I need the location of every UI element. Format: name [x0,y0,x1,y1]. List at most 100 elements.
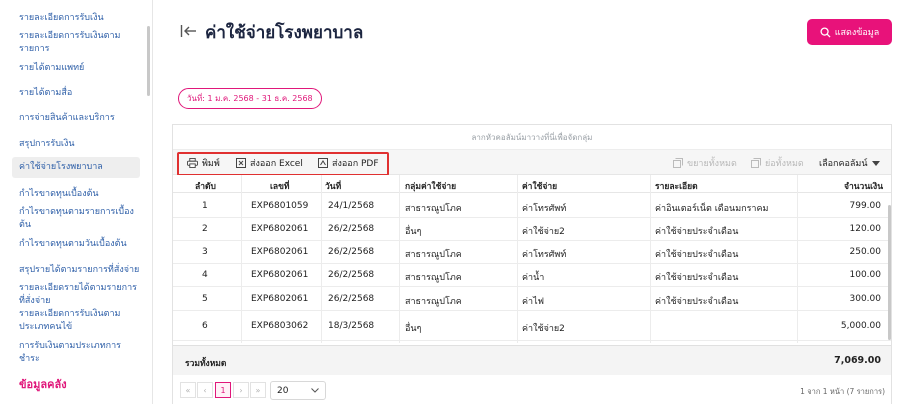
sidebar-item-receipt-detail[interactable]: รายละเอียดการรับเงิน [19,12,141,25]
group-panel-hint[interactable]: ลากหัวคอลัมน์มาวางที่นี่เพื่อจัดกลุ่ม [173,125,891,150]
table-cell: ค่าโทรศัพท์ [522,204,567,214]
collapse-all-label: ย่อทั้งหมด [765,159,804,169]
export-pdf-button[interactable]: ส่งออก PDF [318,156,379,170]
column-header-detail[interactable]: รายละเอียด [655,179,698,193]
table-row[interactable]: 1 EXP6801059 24/1/2568 สาธารณูปโภค ค่าโทรศัพ… [173,195,891,218]
page-size-value: 20 [277,385,289,396]
table-cell: ค่าอินเตอร์เน็ต เดือนมกราคม [655,204,769,214]
printer-icon [187,158,198,168]
column-header-date[interactable]: วันที่ [325,179,341,193]
table-cell: 300.00 [849,294,882,304]
sidebar-section-warehouse: ข้อมูลคลัง [19,378,67,391]
pager-last-button[interactable]: » [250,382,266,398]
sidebar-item-profit-loss-by-item[interactable]: กำไรขาดทุนตามรายการเบื้องต้น [19,206,141,232]
table-cell: EXP6802061 [251,294,309,304]
search-icon [820,26,831,38]
expense-grid: ลากหัวคอลัมน์มาวางที่นี่เพื่อจัดกลุ่ม พิ… [172,124,892,404]
table-cell: 250.00 [849,247,882,257]
sidebar-item-income-detail-ordered[interactable]: รายละเอียดรายได้ตามรายการที่สั่งจ่าย [19,282,141,308]
pager-info: 1 จาก 1 หน้า (7 รายการ) [800,387,885,396]
table-cell: ค่าใช้จ่ายประจำเดือน [655,297,739,307]
total-value: 7,069.00 [834,355,881,366]
grid-total-row: รวมทั้งหมด 7,069.00 [173,345,891,375]
column-header-seq[interactable]: ลำดับ [195,179,216,193]
pager-next-button[interactable]: › [233,382,249,398]
table-cell: 6 [202,321,208,331]
sidebar-item-income-by-doctor[interactable]: รายได้ตามแพทย์ [19,62,141,75]
table-row[interactable]: 2 EXP6802061 26/2/2568 อื่นๆ ค่าใช้จ่าย2 ค่าใ… [173,218,891,241]
table-cell: ค่าใช้จ่ายประจำเดือน [655,227,739,237]
sidebar-item-receipt-by-patient-type[interactable]: รายละเอียดการรับเงินตามประเภทคนไข้ [19,308,141,334]
table-row[interactable]: 3 EXP6802061 26/2/2568 สาธารณูปโภค ค่าโทรศัพ… [173,241,891,264]
expand-all-button[interactable]: ขยายทั้งหมด [673,156,737,170]
collapse-icon [751,158,761,168]
table-cell: 100.00 [849,270,882,280]
table-cell: 26/2/2568 [328,294,375,304]
table-cell: ค่าน้ำ [522,273,545,283]
table-cell: ค่าไฟ [522,297,544,307]
table-cell: สาธารณูปโภค [405,297,462,307]
sidebar-item-hospital-expense[interactable]: ค่าใช้จ่ายโรงพยาบาล [12,157,140,178]
pager-prev-button[interactable]: ‹ [197,382,213,398]
table-cell: EXP6802061 [251,247,309,257]
table-cell: 26/2/2568 [328,247,375,257]
pdf-file-icon [318,158,328,168]
print-button[interactable]: พิมพ์ [187,156,220,170]
sidebar-item-receipt-by-payment-type[interactable]: การรับเงินตามประเภทการชำระ [19,340,141,366]
table-cell: EXP6803062 [251,321,309,331]
column-header-doc-no[interactable]: เลขที่ [270,179,290,193]
sidebar-item-profit-loss-by-day[interactable]: กำไรขาดทุนตามวันเบื้องต้น [19,238,141,251]
column-header-expense-group[interactable]: กลุ่มค่าใช้จ่าย [405,179,456,193]
choose-columns-dropdown[interactable]: เลือกคอลัมน์ [819,156,881,170]
page-title: ค่าใช้จ่ายโรงพยาบาล [205,23,364,43]
collapse-sidebar-icon[interactable] [180,23,198,39]
table-row[interactable]: 4 EXP6802061 26/2/2568 สาธารณูปโภค ค่าน้ำ ค่า… [173,264,891,287]
pager-page-1-button[interactable]: 1 [215,382,231,398]
sidebar-scrollbar[interactable] [147,26,150,96]
table-cell: 5,000.00 [840,321,881,331]
sidebar-item-profit-loss[interactable]: กำไรขาดทุนเบื้องต้น [19,188,141,201]
pager-first-button[interactable]: « [180,382,196,398]
table-cell: 3 [202,247,208,257]
page-size-select[interactable]: 20 [270,381,326,400]
export-pdf-label: ส่งออก PDF [332,159,379,169]
table-cell: 799.00 [849,201,882,211]
table-cell: ค่าใช้จ่ายประจำเดือน [655,273,739,283]
sidebar-item-receipt-by-item[interactable]: รายละเอียดการรับเงินตามรายการ [19,30,141,56]
table-cell: 120.00 [849,224,882,234]
sidebar-item-goods-services[interactable]: การจ่ายสินค้าและบริการ [19,112,141,125]
export-excel-button[interactable]: ส่งออก Excel [236,156,303,170]
table-cell: สาธารณูปโภค [405,273,462,283]
collapse-all-button[interactable]: ย่อทั้งหมด [751,156,804,170]
table-cell: 24/1/2568 [328,201,375,211]
table-row[interactable]: 5 EXP6802061 26/2/2568 สาธารณูปโภค ค่าไฟ ค่าใ… [173,287,891,311]
table-cell: อื่นๆ [405,324,422,334]
date-range-chip[interactable]: วันที่: 1 ม.ค. 2568 - 31 ธ.ค. 2568 [178,88,322,109]
show-data-button[interactable]: แสดงข้อมูล [807,19,892,45]
table-cell: 26/2/2568 [328,270,375,280]
print-label: พิมพ์ [202,159,220,169]
grid-scrollbar[interactable] [888,205,891,340]
grid-toolbar: พิมพ์ ส่งออก Excel ส่งออก PDF ขยายทั้งหม… [173,150,891,176]
sidebar-item-income-summary-ordered[interactable]: สรุปรายได้ตามรายการที่สั่งจ่าย [19,264,141,277]
column-header-expense[interactable]: ค่าใช้จ่าย [522,179,557,193]
table-cell: 26/2/2568 [328,224,375,234]
column-header-amount[interactable]: จำนวนเงิน [844,179,883,193]
table-cell: อื่นๆ [405,227,422,237]
table-cell: 1 [202,201,208,211]
choose-columns-label: เลือกคอลัมน์ [819,159,868,169]
table-cell: ค่าใช้จ่าย2 [522,227,565,237]
table-cell: EXP6801059 [251,201,309,211]
show-data-label: แสดงข้อมูล [834,27,880,37]
table-cell: สาธารณูปโภค [405,250,462,260]
export-excel-label: ส่งออก Excel [250,159,303,169]
sidebar-item-receipt-summary[interactable]: สรุปการรับเงิน [19,138,141,151]
sidebar: รายละเอียดการรับเงิน รายละเอียดการรับเงิ… [0,0,153,404]
table-row[interactable]: 6 EXP6803062 18/3/2568 อื่นๆ ค่าใช้จ่าย2 5,00… [173,311,891,341]
expand-all-label: ขยายทั้งหมด [687,159,737,169]
sidebar-item-income-by-media[interactable]: รายได้ตามสื่อ [19,87,141,100]
table-cell: 5 [202,294,208,304]
table-cell: 2 [202,224,208,234]
table-cell: 4 [202,270,208,280]
table-cell: สาธารณูปโภค [405,204,462,214]
